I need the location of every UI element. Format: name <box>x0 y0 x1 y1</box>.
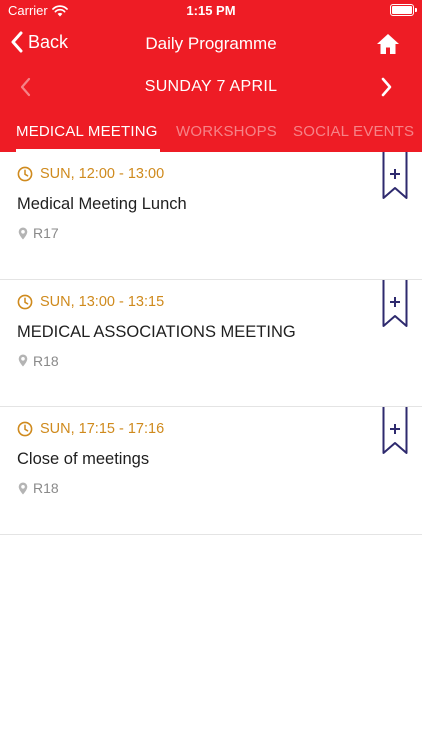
date-label: SUNDAY 7 APRIL <box>144 78 278 95</box>
session-location-label: R18 <box>33 480 59 496</box>
location-pin-icon <box>18 227 28 239</box>
status-time: 1:15 PM <box>186 3 236 18</box>
clock-icon <box>17 294 33 309</box>
tab-medical-meeting[interactable]: MEDICAL MEETING <box>16 123 158 140</box>
session-time-label: SUN, 13:00 - 13:15 <box>40 293 165 310</box>
session-location: R18 <box>18 480 59 496</box>
tab-social-events[interactable]: SOCIAL EVENTS <box>293 123 414 140</box>
list-item[interactable]: SUN, 13:00 - 13:15 MEDICAL ASSOCIATIONS … <box>0 279 422 407</box>
location-pin-icon <box>18 482 28 494</box>
session-time: SUN, 12:00 - 13:00 <box>17 166 164 182</box>
list-item[interactable]: SUN, 17:15 - 17:16 Close of meetings R18 <box>0 407 422 535</box>
clock-icon <box>17 166 33 182</box>
date-selector: SUNDAY 7 APRIL <box>0 70 422 104</box>
session-title: Close of meetings <box>17 450 150 468</box>
session-location: R18 <box>18 353 59 369</box>
session-location-label: R17 <box>33 225 59 241</box>
header: Carrier 1:15 PM Back Daily Programme SUN… <box>0 0 422 152</box>
home-icon[interactable] <box>376 32 400 56</box>
bookmark-add-icon[interactable] <box>382 407 408 455</box>
category-tabs: MEDICAL MEETING WORKSHOPS SOCIAL EVENTS <box>0 118 422 152</box>
session-time-label: SUN, 12:00 - 13:00 <box>40 166 165 182</box>
battery-icon <box>390 4 417 16</box>
session-time: SUN, 17:15 - 17:16 <box>17 421 164 437</box>
bookmark-add-icon[interactable] <box>382 152 408 200</box>
status-bar: Carrier 1:15 PM <box>0 0 422 22</box>
bookmark-add-icon[interactable] <box>382 279 408 328</box>
session-time-label: SUN, 17:15 - 17:16 <box>40 421 165 437</box>
location-pin-icon <box>18 354 28 367</box>
session-list: SUN, 12:00 - 13:00 Medical Meeting Lunch… <box>0 152 422 535</box>
session-location-label: R18 <box>33 352 59 369</box>
session-title: Medical Meeting Lunch <box>17 195 187 213</box>
session-time: SUN, 13:00 - 13:15 <box>17 294 164 310</box>
clock-icon <box>17 421 33 437</box>
page-title: Daily Programme <box>145 34 277 53</box>
chevron-right-icon[interactable] <box>380 76 394 98</box>
session-title: MEDICAL ASSOCIATIONS MEETING <box>17 322 296 341</box>
navigation-bar: Back Daily Programme <box>0 22 422 66</box>
tab-workshops[interactable]: WORKSHOPS <box>176 123 277 140</box>
session-location: R17 <box>18 225 59 241</box>
list-item[interactable]: SUN, 12:00 - 13:00 Medical Meeting Lunch… <box>0 152 422 280</box>
